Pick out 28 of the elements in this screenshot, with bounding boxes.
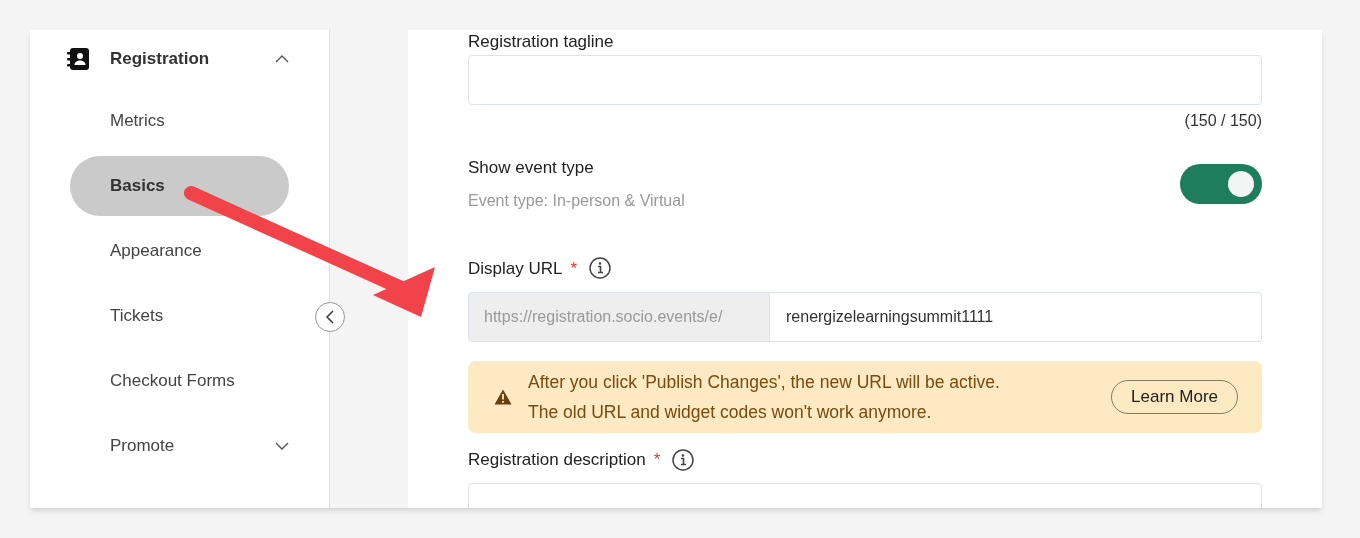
sidebar-item[interactable]: Promote bbox=[70, 415, 289, 476]
sidebar-item[interactable]: Checkout Forms bbox=[70, 350, 289, 411]
field-label: Display URL bbox=[468, 257, 563, 280]
sidebar-item[interactable]: Metrics bbox=[70, 90, 289, 151]
character-counter: (150 / 150) bbox=[1184, 111, 1262, 131]
url-slug-field[interactable]: renergizelearningsummit1111 bbox=[770, 292, 1262, 342]
chevron-icon bbox=[275, 441, 289, 450]
sidebar-item[interactable]: Basics bbox=[70, 155, 289, 216]
toggle-switch[interactable] bbox=[1180, 163, 1262, 204]
collapse-button[interactable] bbox=[315, 302, 345, 332]
contact-book-icon bbox=[66, 47, 90, 71]
info-icon[interactable] bbox=[589, 257, 612, 280]
info-icon[interactable] bbox=[672, 448, 695, 471]
setting-label: Show event type bbox=[468, 157, 595, 179]
setting-description: Event type: In-person & Virtual bbox=[468, 190, 685, 211]
field-label: Registration tagline bbox=[468, 32, 615, 52]
url-prefix: https://registration.socio.events/e/ bbox=[468, 292, 770, 342]
field-label: Registration description bbox=[468, 449, 646, 471]
sidebar-item[interactable]: Appearance bbox=[70, 220, 289, 281]
required-marker: * bbox=[570, 257, 578, 280]
section-title[interactable]: Registration bbox=[110, 46, 275, 72]
warning-icon bbox=[494, 389, 512, 405]
tagline-field[interactable] bbox=[468, 55, 1262, 105]
sidebar-item[interactable]: Tickets bbox=[70, 285, 289, 346]
chevron-left-icon bbox=[326, 310, 334, 324]
chevron-icon bbox=[275, 55, 289, 63]
required-marker: * bbox=[653, 449, 661, 471]
warning-message: After you click 'Publish Changes', the new URL will be active. The old URL and widget codes won't work anymore. bbox=[528, 371, 1001, 424]
